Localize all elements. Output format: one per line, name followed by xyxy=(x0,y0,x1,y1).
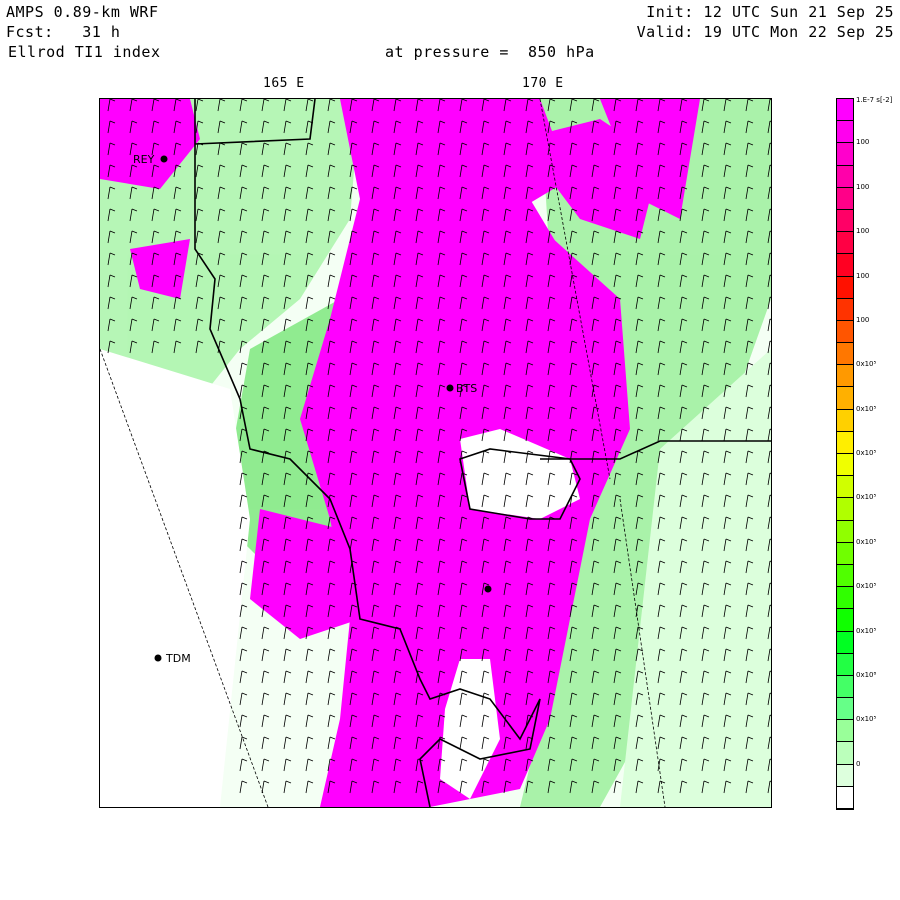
colorbar-swatch xyxy=(837,609,853,632)
colorbar-swatch xyxy=(837,742,853,765)
colorbar-label: 0x10⁵ xyxy=(856,360,877,369)
station-dot xyxy=(446,384,454,392)
colorbar-swatch xyxy=(837,476,853,499)
colorbar-label: 0x10⁵ xyxy=(856,404,877,413)
colorbar-label: 100 xyxy=(856,182,870,191)
colorbar-swatch xyxy=(837,720,853,743)
station-dot xyxy=(484,585,492,593)
lon-label-165: 165 E xyxy=(263,76,305,91)
colorbar-swatch xyxy=(837,343,853,366)
colorbar-label: 100 xyxy=(856,138,870,147)
field-name: Ellrod TI1 index xyxy=(8,43,161,61)
colorbar-swatch xyxy=(837,564,853,588)
colorbar-swatch xyxy=(837,276,853,299)
colorbar-swatch xyxy=(837,99,853,122)
lon-label-170: 170 E xyxy=(522,76,564,91)
init-time: Init: 12 UTC Sun 21 Sep 25 xyxy=(646,3,894,21)
valid-time: Valid: 19 UTC Mon 22 Sep 25 xyxy=(636,23,894,41)
station-label: BTS xyxy=(456,382,477,395)
colorbar-label: 0x10⁵ xyxy=(856,493,877,502)
colorbar-label: 0x10⁵ xyxy=(856,715,877,724)
colorbar-swatch xyxy=(837,254,853,277)
colorbar-swatch xyxy=(837,498,853,521)
colorbar-label: 0x10⁵ xyxy=(856,582,877,591)
colorbar-swatch xyxy=(837,431,853,454)
colorbar-swatch xyxy=(837,786,853,809)
colorbar-swatch xyxy=(837,409,853,432)
colorbar-swatch xyxy=(837,232,853,255)
colorbar-swatch xyxy=(837,542,853,565)
colorbar-swatch xyxy=(837,520,853,543)
colorbar-swatch xyxy=(837,165,853,188)
station-dot xyxy=(154,654,162,662)
colorbar-swatch xyxy=(837,365,853,388)
colorbar-swatch xyxy=(837,298,853,321)
model-title: AMPS 0.89-km WRF xyxy=(6,3,159,21)
pressure-level: at pressure = 850 hPa xyxy=(385,43,595,61)
colorbar-label: 100 xyxy=(856,315,870,324)
colorbar-unit: 1.E-7 s[-2] xyxy=(856,96,893,104)
colorbar-label: 0x10⁵ xyxy=(856,449,877,457)
colorbar-swatch xyxy=(837,675,853,699)
colorbar-label: 0 xyxy=(856,759,861,768)
colorbar xyxy=(836,98,854,810)
colorbar-swatch xyxy=(837,454,853,477)
colorbar-swatch xyxy=(837,143,853,166)
colorbar-label: 0x10⁵ xyxy=(856,537,877,546)
colorbar-label: 0x10⁸ xyxy=(856,670,877,679)
colorbar-swatch xyxy=(837,587,853,610)
forecast-hour: Fcst: 31 h xyxy=(6,23,121,41)
colorbar-swatch xyxy=(837,320,853,344)
colorbar-swatch xyxy=(837,631,853,654)
colorbar-swatch xyxy=(837,187,853,210)
station-label: REY xyxy=(133,153,155,166)
colorbar-swatch xyxy=(837,387,853,410)
colorbar-swatch xyxy=(837,209,853,233)
colorbar-label: 100 xyxy=(856,227,870,236)
colorbar-label: 100 xyxy=(856,271,870,280)
map-field-svg: REY BTS TDM xyxy=(99,98,776,808)
colorbar-swatch xyxy=(837,764,853,787)
station-dot xyxy=(160,155,168,163)
turbulence-map: REY BTS TDM xyxy=(99,98,776,808)
colorbar-swatch xyxy=(837,121,853,144)
colorbar-label: 0x10⁵ xyxy=(856,626,877,635)
colorbar-swatch xyxy=(837,653,853,676)
colorbar-swatch xyxy=(837,698,853,721)
station-label: TDM xyxy=(165,652,191,665)
